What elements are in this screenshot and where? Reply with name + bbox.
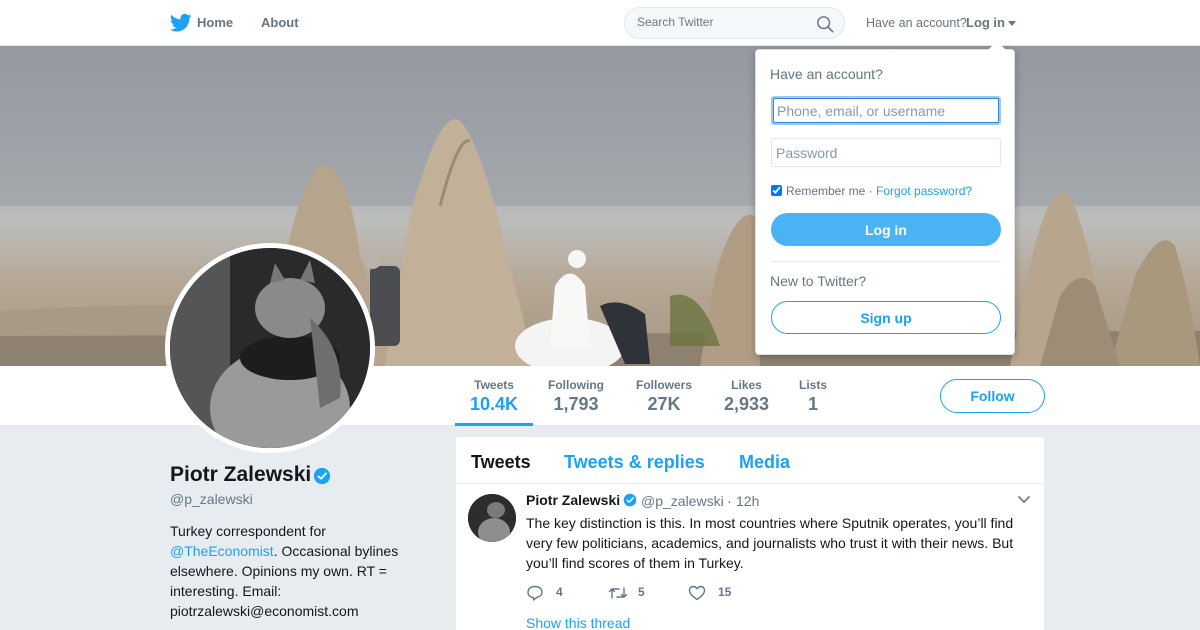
like-count: 15 (718, 585, 732, 599)
dropdown-title: Have an account? (770, 66, 883, 82)
stat-value: 27K (647, 394, 681, 414)
divider (771, 261, 1001, 262)
stat-tweets[interactable]: Tweets 10.4K (470, 378, 518, 415)
stat-label: Likes (731, 378, 762, 392)
search-icon[interactable] (816, 15, 834, 33)
verified-badge-icon (313, 467, 331, 485)
active-stat-indicator (455, 423, 533, 426)
stat-label: Followers (636, 378, 693, 392)
show-thread-link[interactable]: Show this thread (526, 615, 630, 630)
like-heart-icon (688, 585, 706, 601)
tweet-author-name[interactable]: Piotr Zalewski (526, 492, 620, 508)
tweet-timestamp[interactable]: 12h (736, 493, 759, 509)
stat-following[interactable]: Following 1,793 (548, 378, 604, 415)
tweet-separator: · (727, 493, 732, 509)
retweet-count: 5 (638, 585, 645, 599)
tab-tweets[interactable]: Tweets (471, 452, 531, 473)
profile-bio: Turkey correspondent for @TheEconomist. … (170, 521, 410, 621)
follow-button[interactable]: Follow (940, 379, 1045, 413)
twitter-bird-icon[interactable] (170, 13, 192, 33)
password-field[interactable] (771, 138, 1001, 167)
avatar-image (170, 248, 370, 448)
top-navigation: Home About Have an account? Log in (0, 0, 1200, 46)
chevron-down-icon[interactable] (1018, 496, 1030, 504)
have-account-text: Have an account? (866, 16, 967, 30)
remember-me-label[interactable]: Remember me · (786, 184, 873, 198)
remember-row: Remember me · Forgot password? (771, 184, 972, 198)
tweet-author-handle[interactable]: @p_zalewski (641, 493, 724, 509)
username-field[interactable] (771, 96, 1001, 125)
stat-value: 1,793 (553, 394, 599, 414)
stat-lists[interactable]: Lists 1 (799, 378, 827, 415)
stat-value: 2,933 (724, 394, 770, 414)
caret-down-icon[interactable] (1008, 21, 1016, 26)
reply-icon (527, 585, 543, 601)
bio-mention-link[interactable]: @TheEconomist (170, 543, 274, 559)
dropdown-arrow (988, 41, 1006, 50)
forgot-password-link[interactable]: Forgot password? (876, 184, 972, 198)
remember-me-checkbox[interactable] (771, 185, 782, 196)
nav-home-link[interactable]: Home (197, 15, 233, 30)
stat-label: Tweets (474, 378, 514, 392)
tweet-text: The key distinction is this. In most cou… (526, 515, 1014, 571)
stat-followers[interactable]: Followers 27K (636, 378, 692, 415)
nav-about-link[interactable]: About (261, 15, 299, 30)
reply-count: 4 (556, 585, 563, 599)
timeline: Tweets Tweets & replies Media Piotr Zale… (456, 437, 1044, 630)
stat-value: 1 (808, 394, 819, 414)
stat-label: Lists (799, 378, 828, 392)
login-dropdown-toggle[interactable]: Log in (966, 15, 1005, 30)
stat-label: Following (548, 378, 604, 392)
signup-button[interactable]: Sign up (771, 301, 1001, 334)
bio-text: Turkey correspondent for (170, 523, 326, 539)
new-to-twitter-text: New to Twitter? (770, 273, 867, 289)
retweet-icon (608, 587, 628, 599)
timeline-tabs: Tweets Tweets & replies Media (456, 437, 1044, 484)
login-button[interactable]: Log in (771, 213, 1001, 246)
profile-handle[interactable]: @p_zalewski (170, 491, 253, 507)
login-dropdown: Have an account? Remember me · Forgot pa… (755, 41, 1015, 355)
tweet-avatar[interactable] (468, 494, 516, 542)
verified-badge-icon (623, 493, 637, 507)
stat-likes[interactable]: Likes 2,933 (724, 378, 769, 415)
profile-avatar[interactable] (165, 243, 375, 453)
tab-media[interactable]: Media (739, 452, 790, 473)
search-bar (624, 7, 845, 39)
tab-tweets-and-replies[interactable]: Tweets & replies (564, 452, 705, 473)
stat-value: 10.4K (470, 394, 519, 414)
tweet-item[interactable]: Piotr Zalewski @p_zalewski · 12h The key… (456, 485, 1044, 630)
search-input[interactable] (637, 15, 812, 29)
profile-name[interactable]: Piotr Zalewski (170, 463, 311, 487)
